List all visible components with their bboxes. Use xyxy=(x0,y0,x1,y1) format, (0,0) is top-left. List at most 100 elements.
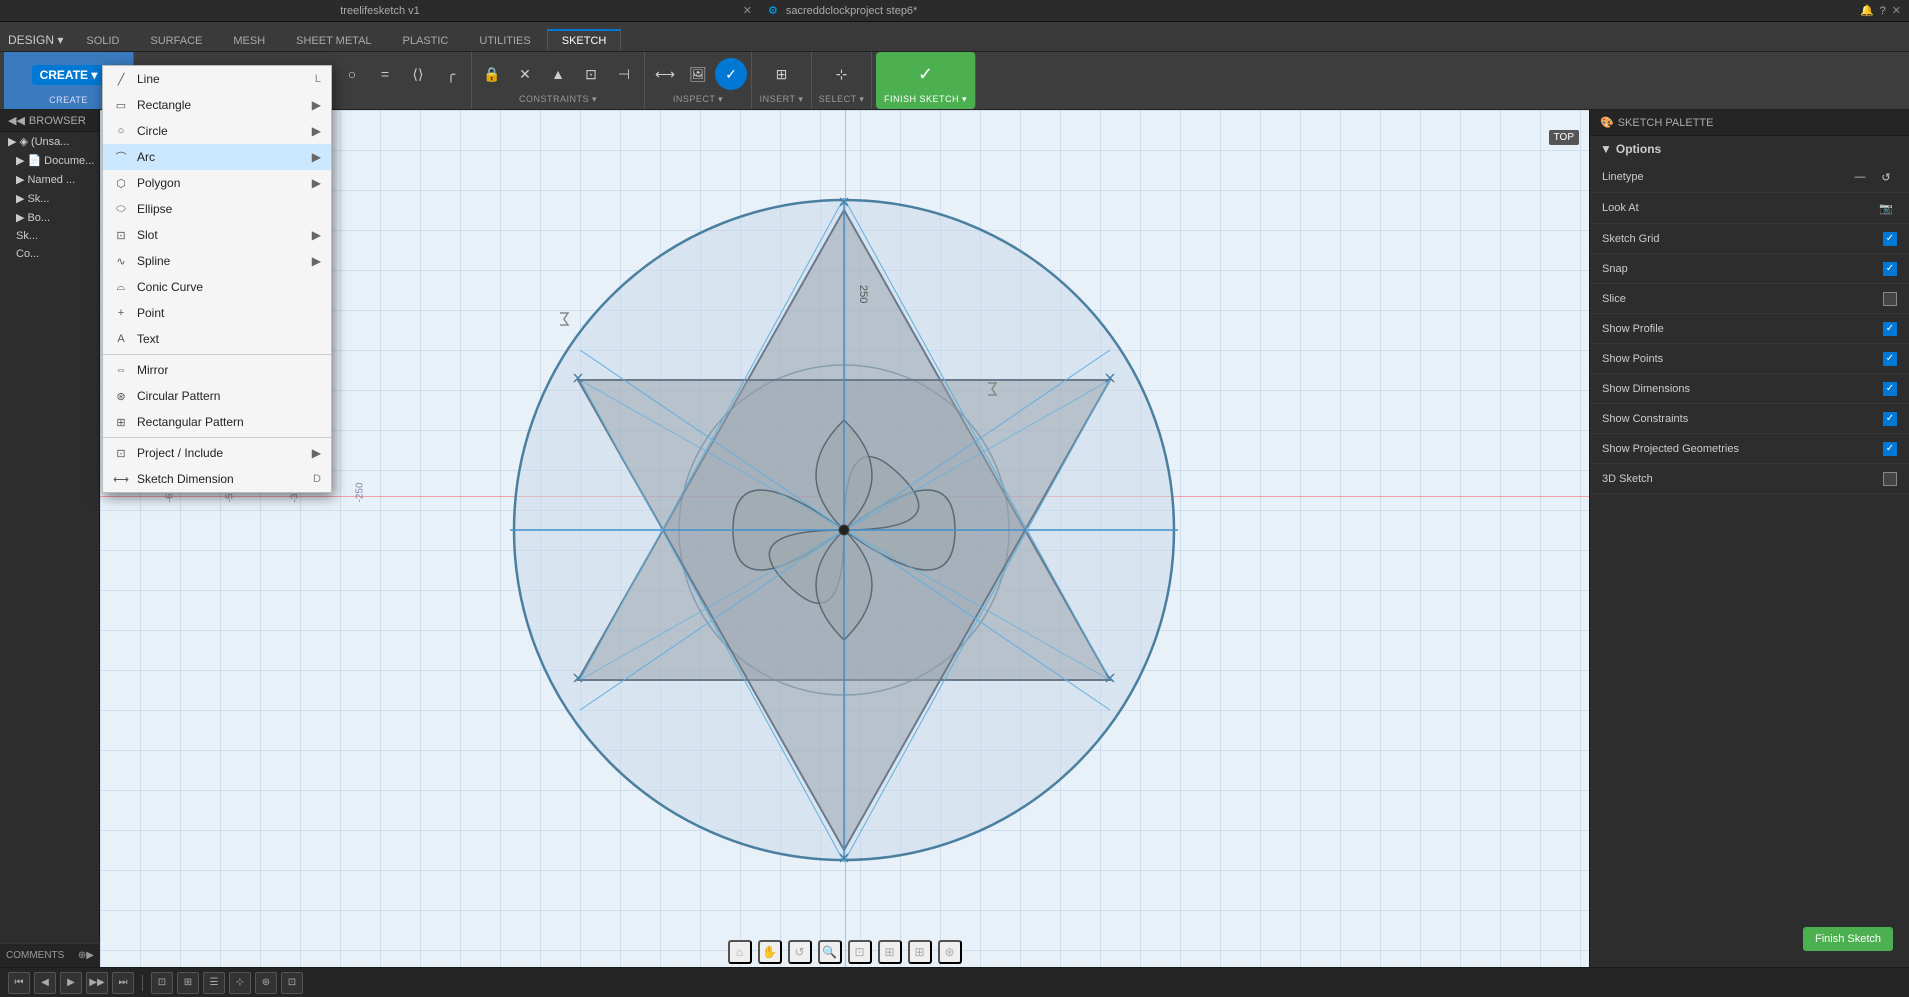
sketch-grid-checkbox[interactable]: ✓ xyxy=(1883,232,1897,246)
menu-item-text[interactable]: A Text xyxy=(103,326,331,352)
select-btn[interactable]: ⊹ xyxy=(826,58,858,90)
menu-item-point[interactable]: + Point xyxy=(103,300,331,326)
menu-item-circle[interactable]: ○ Circle ▶ xyxy=(103,118,331,144)
timeline-btn2[interactable]: ⊞ xyxy=(177,972,199,994)
play-back-btn[interactable]: ◀ xyxy=(34,972,56,994)
play-btn[interactable]: ▶ xyxy=(60,972,82,994)
finish-sketch-check-btn[interactable]: ✓ xyxy=(910,58,942,90)
timeline-btn6[interactable]: ⊡ xyxy=(281,972,303,994)
menu-item-line[interactable]: ╱ Line L xyxy=(103,66,331,92)
tab-mesh[interactable]: MESH xyxy=(218,30,280,51)
menu-item-polygon[interactable]: ⬡ Polygon ▶ xyxy=(103,170,331,196)
browser-item-named[interactable]: ▶ Named ... xyxy=(0,170,99,189)
rectangular-pattern-icon: ⊞ xyxy=(113,414,129,430)
constraints-section: 🔒 ✕ ▲ ⊡ ⊣ CONSTRAINTS ▾ xyxy=(472,52,645,109)
linetype-btn1[interactable]: — xyxy=(1849,166,1871,188)
timeline-btn3[interactable]: ☰ xyxy=(203,972,225,994)
show-profile-checkbox[interactable]: ✓ xyxy=(1883,322,1897,336)
linetype-btn2[interactable]: ↺ xyxy=(1875,166,1897,188)
tab-solid[interactable]: SOLID xyxy=(71,30,134,51)
named-icon: ▶ xyxy=(16,173,24,186)
browser-header[interactable]: ◀◀ BROWSER xyxy=(0,110,99,132)
show-projected-checkbox[interactable]: ✓ xyxy=(1883,442,1897,456)
inspect-section: ⟷ 🖼 ✓ INSPECT ▾ xyxy=(645,52,752,109)
circle-arrow: ▶ xyxy=(312,124,321,138)
show-points-checkbox[interactable]: ✓ xyxy=(1883,352,1897,366)
menu-item-spline[interactable]: ∿ Spline ▶ xyxy=(103,248,331,274)
pan-btn[interactable]: ✋ xyxy=(758,940,782,964)
browser-item-documents[interactable]: ▶ 📄 Docume... xyxy=(0,151,99,170)
circle-icon: ○ xyxy=(113,123,129,139)
play-fwd-btn[interactable]: ▶▶ xyxy=(86,972,108,994)
3d-sketch-checkbox[interactable] xyxy=(1883,472,1897,486)
menu-item-circular-pattern[interactable]: ⊛ Circular Pattern xyxy=(103,383,331,409)
zoom-fit-btn[interactable]: ⊡ xyxy=(848,940,872,964)
equal-tool-btn[interactable]: = xyxy=(369,58,401,90)
menu-item-rectangle[interactable]: ▭ Rectangle ▶ xyxy=(103,92,331,118)
lock-tool-btn[interactable]: 🔒 xyxy=(476,58,508,90)
left-sidebar: ◀◀ BROWSER ▶ ◈ (Unsa... ▶ 📄 Docume... ▶ … xyxy=(0,110,100,967)
timeline-btn1[interactable]: ⊡ xyxy=(151,972,173,994)
3d-sketch-label: 3D Sketch xyxy=(1602,473,1653,485)
timeline-btn5[interactable]: ⊛ xyxy=(255,972,277,994)
zoom-btn[interactable]: 🔍 xyxy=(818,940,842,964)
slice-checkbox[interactable] xyxy=(1883,292,1897,306)
display-mode-btn[interactable]: ⊞ xyxy=(878,940,902,964)
menu-item-rectangular-pattern[interactable]: ⊞ Rectangular Pattern xyxy=(103,409,331,435)
constraint4-tool-btn[interactable]: ⊣ xyxy=(608,58,640,90)
finish-sketch-panel-btn[interactable]: Finish Sketch xyxy=(1803,927,1893,951)
insert-btn[interactable]: ⊞ xyxy=(766,58,798,90)
play-prev-btn[interactable]: ⏮ xyxy=(8,972,30,994)
tab-plastic[interactable]: PLASTIC xyxy=(388,30,464,51)
left-close-btn[interactable]: ✕ xyxy=(743,4,752,17)
palette-title: SKETCH PALETTE xyxy=(1618,117,1714,129)
play-next-btn[interactable]: ⏭ xyxy=(112,972,134,994)
design-dropdown-btn[interactable]: DESIGN ▾ xyxy=(0,29,71,51)
menu-item-conic[interactable]: ⌓ Conic Curve xyxy=(103,274,331,300)
menu-item-arc[interactable]: ⌒ Arc ▶ xyxy=(103,144,331,170)
show-dimensions-checkbox[interactable]: ✓ xyxy=(1883,382,1897,396)
fillet-tool-btn[interactable]: ╭ xyxy=(435,58,467,90)
help-icon[interactable]: ? xyxy=(1880,5,1886,17)
create-dropdown-btn[interactable]: CREATE ▾ xyxy=(32,65,106,85)
right-close-btn[interactable]: ✕ xyxy=(1892,4,1901,17)
expand-triangle: ▼ xyxy=(1600,142,1612,156)
tab-surface[interactable]: SURFACE xyxy=(135,30,217,51)
ruler-tool-btn[interactable]: ⟷ xyxy=(649,58,681,90)
mirror-label: Mirror xyxy=(137,363,168,377)
constraint3-tool-btn[interactable]: ⊡ xyxy=(575,58,607,90)
ellipse-icon: ⬭ xyxy=(113,201,129,217)
browser-item-co[interactable]: Co... xyxy=(0,245,99,263)
look-at-btn[interactable]: 📷 xyxy=(1875,197,1897,219)
grid-toggle-btn[interactable]: ⊞ xyxy=(908,940,932,964)
notification-icon[interactable]: 🔔 xyxy=(1860,4,1874,17)
home-view-btn[interactable]: ⌂ xyxy=(728,940,752,964)
menu-item-slot[interactable]: ⊡ Slot ▶ xyxy=(103,222,331,248)
orbit-btn[interactable]: ↺ xyxy=(788,940,812,964)
circle-tool-btn[interactable]: ○ xyxy=(336,58,368,90)
more-view-btn[interactable]: ⊛ xyxy=(938,940,962,964)
tab-sketch[interactable]: SKETCH xyxy=(547,29,622,51)
show-constraints-checkbox[interactable]: ✓ xyxy=(1883,412,1897,426)
menu-item-ellipse[interactable]: ⬭ Ellipse xyxy=(103,196,331,222)
timeline-btn4[interactable]: ⊹ xyxy=(229,972,251,994)
circular-pattern-label: Circular Pattern xyxy=(137,389,220,403)
snap-checkbox[interactable]: ✓ xyxy=(1883,262,1897,276)
browser-item-bo[interactable]: ▶ Bo... xyxy=(0,208,99,227)
offset-tool-btn[interactable]: ⟨⟩ xyxy=(402,58,434,90)
tab-utilities[interactable]: UTILITIES xyxy=(464,30,545,51)
browser-item-sk2[interactable]: Sk... xyxy=(0,227,99,245)
menu-item-mirror[interactable]: ⇔ Mirror xyxy=(103,357,331,383)
browser-item-unsaved[interactable]: ▶ ◈ (Unsa... xyxy=(0,132,99,151)
triangle2-tool-btn[interactable]: ▲ xyxy=(542,58,574,90)
menu-item-sketch-dimension[interactable]: ⟷ Sketch Dimension D xyxy=(103,466,331,492)
menu-item-project-include[interactable]: ⊡ Project / Include ▶ xyxy=(103,440,331,466)
comments-icon[interactable]: ⊕ xyxy=(78,950,86,961)
inspect2-tool-btn[interactable]: 🖼 xyxy=(682,58,714,90)
inspect3-tool-btn[interactable]: ✓ xyxy=(715,58,747,90)
snap-row: Snap ✓ xyxy=(1590,254,1909,284)
comments-expand-icon[interactable]: ▶ xyxy=(86,950,94,961)
coincident-tool-btn[interactable]: ✕ xyxy=(509,58,541,90)
browser-item-sk1[interactable]: ▶ Sk... xyxy=(0,189,99,208)
tab-sheet-metal[interactable]: SHEET METAL xyxy=(281,30,386,51)
